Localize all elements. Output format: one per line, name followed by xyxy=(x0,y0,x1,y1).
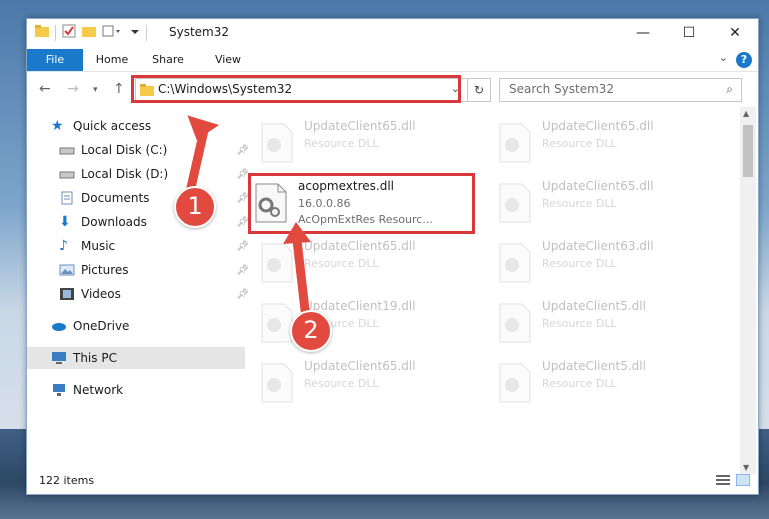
annotation-arrows xyxy=(185,115,311,315)
step-badge-1: 1 xyxy=(174,186,216,228)
step-badge-2: 2 xyxy=(290,310,332,352)
